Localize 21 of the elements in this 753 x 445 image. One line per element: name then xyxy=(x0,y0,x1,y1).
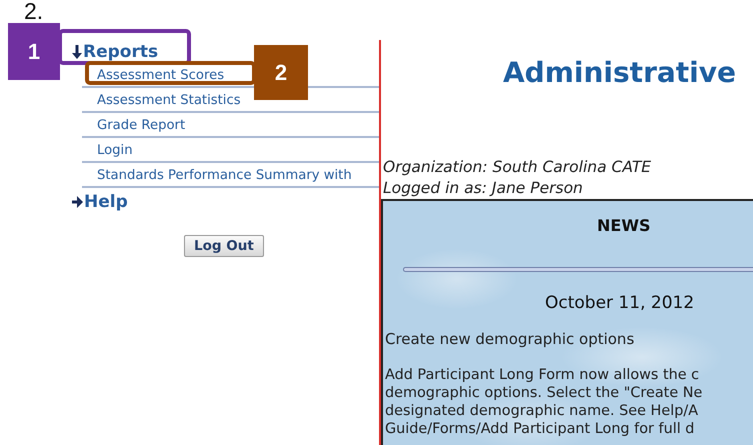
callout-badge: 1 xyxy=(8,23,60,80)
menu-item[interactable]: Grade Report xyxy=(97,118,186,133)
news-text: demographic options. Select the "Create Ne xyxy=(385,384,704,402)
menu-item[interactable]: Standards Performance Summary with xyxy=(97,168,352,183)
news-text: Add Participant Long Form now allows the c xyxy=(385,366,700,384)
page-title: Administrative xyxy=(503,56,737,90)
organization-label: Organization: South Carolina CATE xyxy=(382,157,652,178)
news-headline: Create new demographic options xyxy=(385,330,636,348)
logged-in-label: Logged in as: Jane Person xyxy=(382,178,584,199)
menu-item[interactable]: Login xyxy=(97,143,133,158)
menu-item[interactable]: Assessment Scores xyxy=(97,68,224,83)
menu-header[interactable]: Reports xyxy=(83,42,158,62)
menu-item[interactable]: Assessment Statistics xyxy=(97,93,241,108)
menu-header[interactable]: Help xyxy=(84,192,128,212)
step-number: 2. xyxy=(24,0,44,25)
callout-badge: 2 xyxy=(254,45,308,100)
news-date: October 11, 2012 xyxy=(545,293,696,313)
news-text: Guide/Forms/Add Participant Long for full d xyxy=(385,420,696,438)
news-heading: NEWS xyxy=(597,216,652,235)
news-text: designated demographic name. See Help/A xyxy=(385,402,700,420)
logout-button[interactable]: Log Out xyxy=(184,235,264,257)
